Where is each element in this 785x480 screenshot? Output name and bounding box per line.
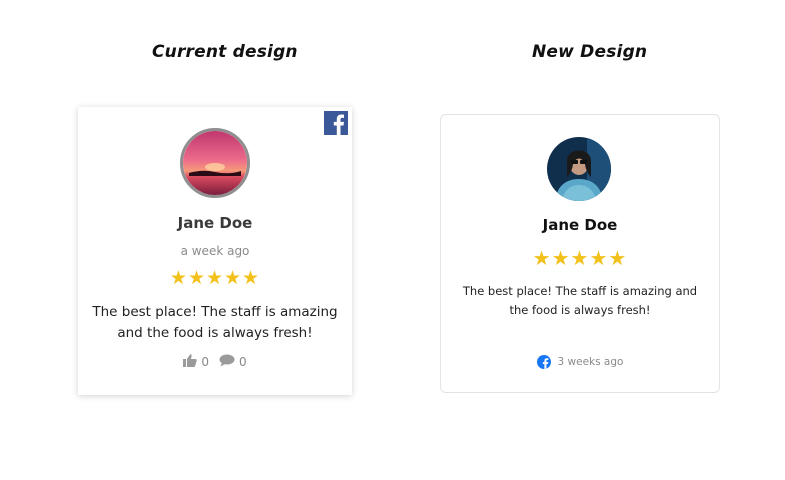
review-meta: 3 weeks ago	[441, 355, 719, 369]
avatar	[547, 137, 611, 201]
reviewer-name: Jane Doe	[542, 216, 618, 234]
facebook-icon[interactable]	[536, 355, 551, 369]
review-card-new: Jane Doe ★★★★★ The best place! The staff…	[440, 114, 720, 393]
comment-icon[interactable]	[219, 354, 235, 370]
review-time: a week ago	[180, 244, 250, 258]
current-design-heading: Current design	[152, 42, 298, 62]
avatar	[180, 128, 250, 198]
comments-count: 0	[239, 355, 247, 369]
likes-count: 0	[201, 355, 209, 369]
review-text: The best place! The staff is amazing and…	[92, 304, 338, 341]
review-time: 3 weeks ago	[557, 356, 624, 368]
review-actions: 0 0	[78, 354, 352, 370]
new-design-heading: New Design	[532, 42, 648, 62]
facebook-icon[interactable]	[324, 111, 348, 135]
reviewer-name: Jane Doe	[177, 214, 253, 232]
thumbs-up-icon[interactable]	[183, 354, 198, 370]
review-text: The best place! The staff is amazing and…	[462, 284, 698, 317]
star-rating: ★★★★★	[169, 267, 261, 289]
review-card-current: Jane Doe a week ago ★★★★★ The best place…	[78, 107, 352, 395]
star-rating: ★★★★★	[532, 246, 628, 270]
